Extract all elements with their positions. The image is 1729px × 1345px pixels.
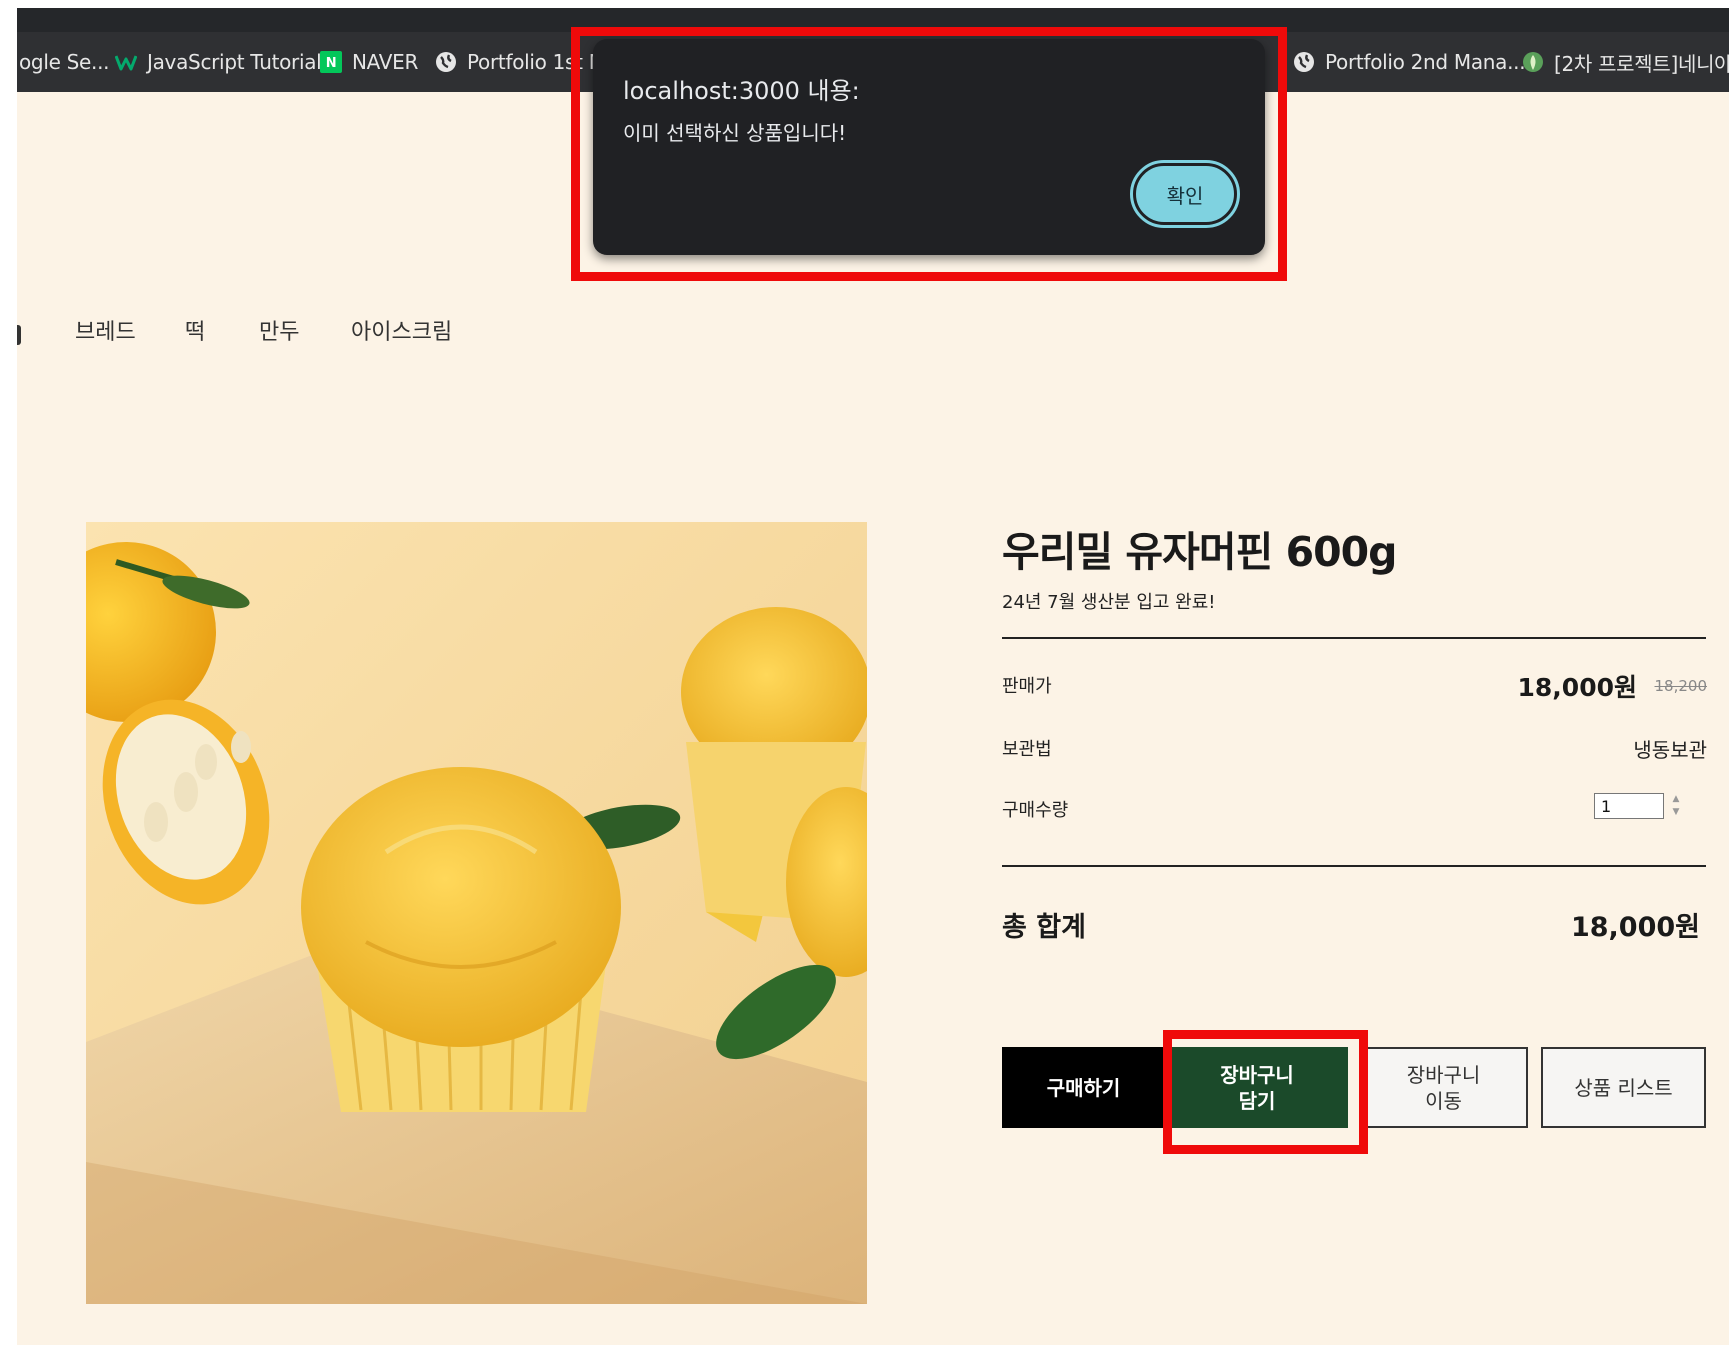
dialog-title: localhost:3000 내용: (623, 77, 860, 105)
bookmark-naver[interactable]: N NAVER (320, 32, 418, 92)
go-to-cart-button[interactable]: 장바구니 이동 (1359, 1047, 1528, 1128)
leaf-icon (1522, 51, 1544, 73)
storage-label: 보관법 (1002, 739, 1052, 760)
nav-item-ice-cream[interactable]: 아이스크림 (351, 314, 452, 346)
add-to-cart-label-line2: 담기 (1238, 1088, 1276, 1113)
quantity-label: 구매수량 (1002, 800, 1069, 821)
product-subtitle: 24년 7월 생산분 입고 완료! (1002, 592, 1216, 613)
dialog-ok-button[interactable]: 확인 (1130, 160, 1240, 228)
original-price: 18,200 (1654, 677, 1708, 695)
bookmark-google[interactable]: ogle Se... (19, 32, 110, 92)
buy-button[interactable]: 구매하기 (1002, 1047, 1165, 1128)
bookmark-javascript-tutorial[interactable]: JavaScript Tutorial (115, 32, 322, 92)
product-list-button[interactable]: 상품 리스트 (1541, 1047, 1706, 1128)
bookmark-label: JavaScript Tutorial (147, 50, 322, 74)
bookmark-label: [2차 프로젝트]네니아 (1554, 51, 1729, 76)
alert-dialog: localhost:3000 내용: 이미 선택하신 상품입니다! 확인 (593, 39, 1265, 255)
svg-text:N: N (326, 56, 337, 71)
bookmark-label: NAVER (352, 50, 419, 74)
w3schools-icon (115, 51, 137, 73)
bookmark-portfolio-1st[interactable]: Portfolio 1st M (435, 32, 606, 92)
product-title: 우리밀 유자머핀 600g (1002, 528, 1398, 576)
add-to-cart-label-line1: 장바구니 (1220, 1062, 1294, 1087)
globe-icon (435, 51, 457, 73)
quantity-stepper[interactable]: ▲ ▼ (1668, 793, 1684, 819)
product-image (86, 522, 867, 1304)
nav-partial-item (17, 325, 21, 345)
total-label: 총 합계 (1002, 912, 1086, 943)
price-label: 판매가 (1002, 676, 1052, 697)
quantity-input[interactable] (1594, 793, 1664, 819)
naver-icon: N (320, 51, 342, 73)
bookmark-portfolio-2nd[interactable]: Portfolio 2nd Mana... (1293, 32, 1526, 92)
browser-top-strip (17, 8, 1729, 32)
total-value: 18,000원 (1570, 912, 1700, 943)
nav-item-bread[interactable]: 브레드 (75, 314, 136, 346)
bookmark-label: ogle Se... (19, 50, 110, 74)
divider (1002, 865, 1706, 867)
nav-item-rice-cake[interactable]: 떡 (185, 314, 205, 346)
buy-button-label: 구매하기 (1046, 1075, 1121, 1100)
nav-item-dumpling[interactable]: 만두 (259, 314, 299, 346)
bookmark-2nd-project[interactable]: [2차 프로젝트]네니아 (1522, 32, 1729, 92)
sale-price: 18,000원 (1517, 673, 1637, 702)
bookmark-label: Portfolio 1st M (467, 50, 606, 74)
go-to-cart-label-line2: 이동 (1425, 1088, 1462, 1113)
add-to-cart-button[interactable]: 장바구니 담기 (1166, 1047, 1348, 1128)
yuzu-muffin-photo (86, 522, 867, 1304)
go-to-cart-label-line1: 장바구니 (1406, 1062, 1481, 1087)
product-list-label: 상품 리스트 (1574, 1075, 1673, 1100)
bookmark-label: Portfolio 2nd Mana... (1325, 50, 1526, 74)
storage-value: 냉동보관 (1633, 738, 1707, 762)
globe-icon (1293, 51, 1315, 73)
divider (1002, 637, 1706, 639)
dialog-message: 이미 선택하신 상품입니다! (623, 121, 847, 145)
